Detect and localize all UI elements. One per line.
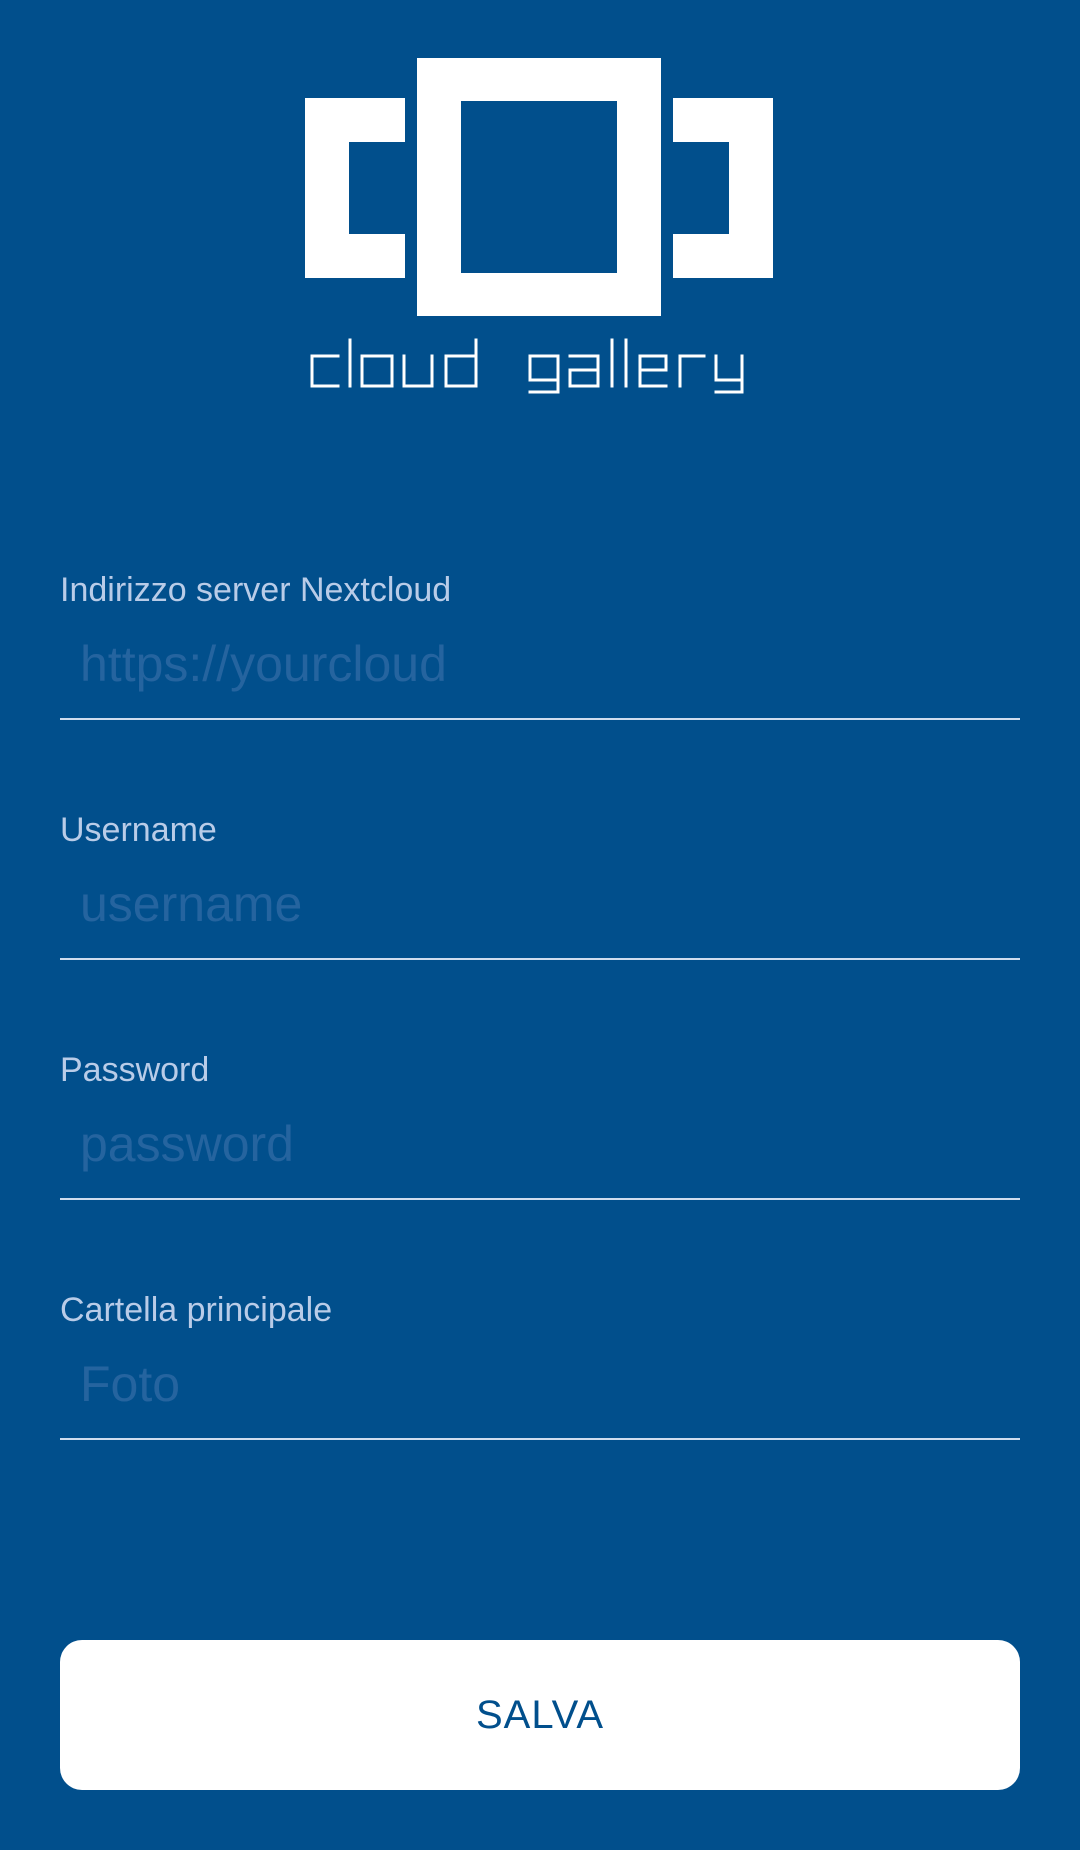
username-label: Username (60, 811, 217, 849)
main-folder-label: Cartella principale (60, 1291, 333, 1329)
main-folder-field: Cartella principale (60, 1290, 1020, 1440)
username-field: Username (60, 810, 1020, 960)
server-address-field: Indirizzo server Nextcloud (60, 570, 1020, 720)
login-screen: Indirizzo server Nextcloud Username Pass… (0, 0, 1080, 1850)
password-field: Password (60, 1050, 1020, 1200)
cloud-gallery-logo-icon (305, 58, 773, 394)
main-folder-input[interactable] (60, 1330, 1020, 1440)
app-logo (0, 0, 1080, 420)
save-button[interactable]: SALVA (60, 1640, 1020, 1790)
server-address-input[interactable] (60, 610, 1020, 720)
password-input[interactable] (60, 1090, 1020, 1200)
username-input[interactable] (60, 850, 1020, 960)
password-label: Password (60, 1051, 210, 1089)
server-address-label: Indirizzo server Nextcloud (60, 571, 452, 609)
